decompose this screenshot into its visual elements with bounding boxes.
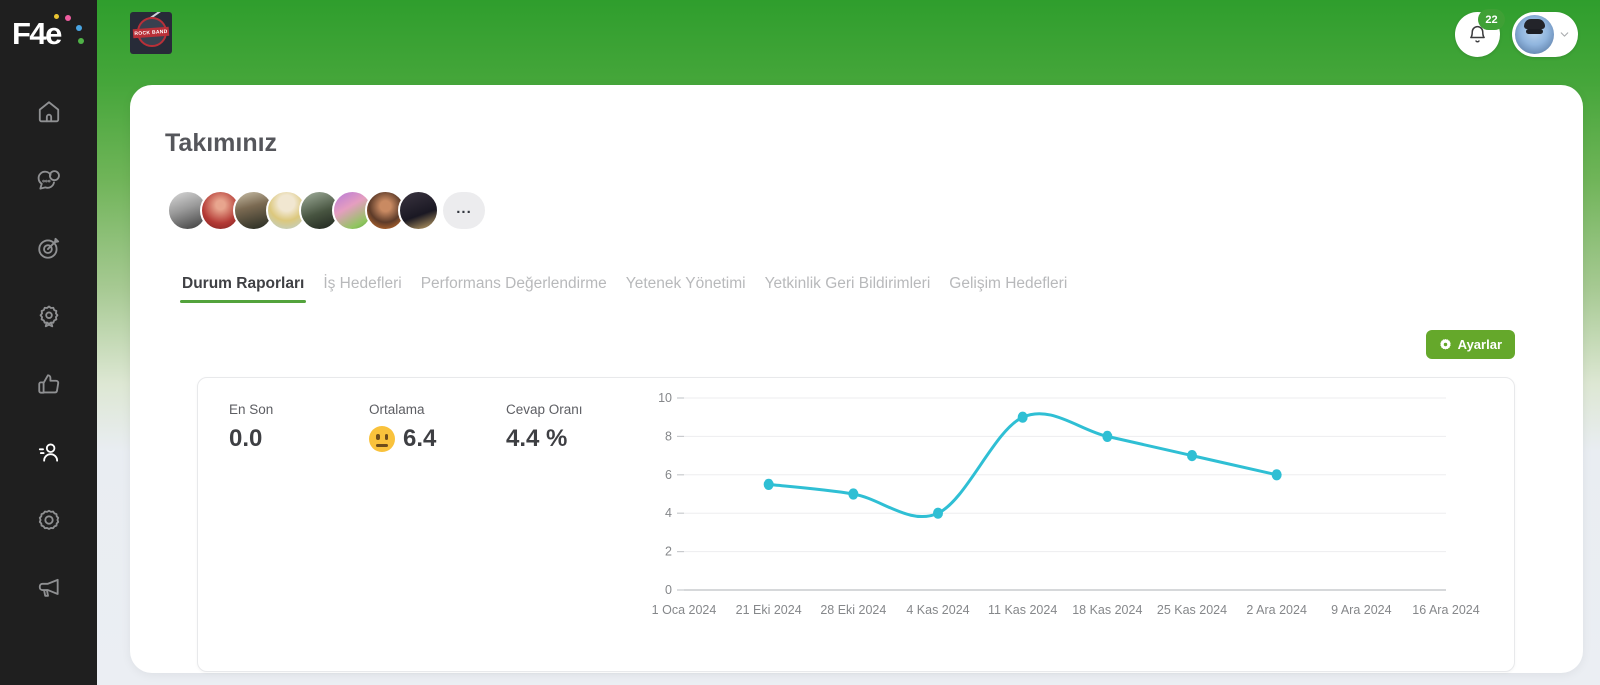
stat-label: Ortalama xyxy=(369,402,425,417)
svg-text:6: 6 xyxy=(665,468,672,482)
svg-text:2 Ara 2024: 2 Ara 2024 xyxy=(1246,603,1307,617)
stat-value: 4.4 % xyxy=(506,425,568,452)
svg-text:25 Kas 2024: 25 Kas 2024 xyxy=(1157,603,1227,617)
medal-icon xyxy=(39,305,58,328)
sidebar-item-messages[interactable] xyxy=(36,167,62,193)
brand-dot-blue xyxy=(76,25,82,31)
brand-logo-text: F4e xyxy=(12,16,62,51)
target-icon xyxy=(37,237,59,259)
tab-bar: Durum Raporları İş Hedefleri Performans De… xyxy=(180,275,1069,303)
team-member-icon xyxy=(38,443,58,462)
company-logo[interactable]: ROCK BAND xyxy=(130,12,172,54)
home-icon xyxy=(38,101,59,123)
brand-logo[interactable]: F4e xyxy=(12,12,84,56)
brand-dot-green xyxy=(78,38,84,44)
stat-cevap-oranı: Cevap Oranı 4.4 % xyxy=(506,402,583,453)
gear-icon xyxy=(38,509,59,530)
brand-dot-yellow xyxy=(54,14,59,19)
svg-text:0: 0 xyxy=(665,583,672,597)
settings-button[interactable]: Ayarlar xyxy=(1425,330,1515,359)
stat-label: En Son xyxy=(229,402,274,417)
sidebar-item-feedback[interactable] xyxy=(36,371,62,397)
megaphone-icon xyxy=(38,578,59,597)
svg-text:21 Eki 2024: 21 Eki 2024 xyxy=(736,603,802,617)
stat-label: Cevap Oranı xyxy=(506,402,583,417)
chat-icon xyxy=(37,170,60,190)
svg-text:16 Ara 2024: 16 Ara 2024 xyxy=(1412,603,1479,617)
svg-text:8: 8 xyxy=(665,429,672,443)
sidebar-item-home[interactable] xyxy=(36,99,62,125)
neutral-face-emoji xyxy=(369,426,395,452)
app-window: F4e ROCK BAND 22 Takımınız ... Durum Rap… xyxy=(0,0,1600,685)
tab-1[interactable]: Durum Raporları xyxy=(180,275,307,303)
sidebar-item-badges[interactable] xyxy=(36,303,62,329)
sidebar-nav xyxy=(0,99,97,601)
sidebar-item-goals[interactable] xyxy=(36,235,62,261)
brand-dot-pink xyxy=(65,15,71,21)
team-member-avatar[interactable] xyxy=(398,190,439,231)
svg-text:11 Kas 2024: 11 Kas 2024 xyxy=(988,603,1057,617)
profile-menu-button[interactable] xyxy=(1512,12,1578,57)
status-report-line-chart: 0 2 4 6 8 10 1 Oca 2024 21 Eki 2024 28 Eki 2024 4… xyxy=(652,391,1480,617)
svg-text:18 Kas 2024: 18 Kas 2024 xyxy=(1072,603,1142,617)
svg-text:1 Oca 2024: 1 Oca 2024 xyxy=(652,603,717,617)
sidebar: F4e xyxy=(0,0,97,685)
stat-ortalama: Ortalama 6.4 xyxy=(369,402,436,453)
svg-text:2: 2 xyxy=(665,545,672,559)
stat-value: 6.4 xyxy=(403,425,437,452)
sidebar-item-settings[interactable] xyxy=(36,507,62,533)
main-content-card: Takımınız ... Durum Raporları İş Hedefler… xyxy=(130,85,1583,673)
status-report-chart-card: En Son 0.0 Ortalama 6.4 Cevap Oranı 4.4 % 0 2 4… xyxy=(197,377,1515,672)
sidebar-item-announcements[interactable] xyxy=(36,575,62,601)
svg-text:4: 4 xyxy=(665,506,672,520)
gear-icon xyxy=(1439,338,1451,350)
notifications-button[interactable]: 22 xyxy=(1455,9,1505,57)
team-avatars-row: ... xyxy=(167,190,485,231)
settings-button-label: Ayarlar xyxy=(1457,337,1502,352)
page-title: Takımınız xyxy=(165,129,278,157)
stat-en-son: En Son 0.0 xyxy=(229,402,273,453)
svg-text:4 Kas 2024: 4 Kas 2024 xyxy=(906,603,969,617)
team-overflow-button[interactable]: ... xyxy=(443,192,485,229)
notification-count-badge: 22 xyxy=(1478,9,1505,30)
tab-3[interactable]: Performans Değerlendirme xyxy=(419,275,609,303)
tab-2[interactable]: İş Hedefleri xyxy=(321,275,403,303)
chevron-down-icon xyxy=(1560,32,1569,37)
tab-5[interactable]: Yetkinlik Geri Bildirimleri xyxy=(763,275,933,303)
tab-6[interactable]: Gelişim Hedefleri xyxy=(947,275,1069,303)
svg-text:28 Eki 2024: 28 Eki 2024 xyxy=(820,603,886,617)
profile-avatar xyxy=(1515,15,1554,54)
thumbs-up-icon xyxy=(37,374,59,394)
company-logo-label: ROCK BAND xyxy=(134,28,168,37)
stat-value: 0.0 xyxy=(229,425,263,452)
svg-text:9 Ara 2024: 9 Ara 2024 xyxy=(1331,603,1392,617)
sidebar-item-team[interactable] xyxy=(36,439,62,465)
svg-text:10: 10 xyxy=(658,391,672,405)
tab-4[interactable]: Yetenek Yönetimi xyxy=(624,275,748,303)
